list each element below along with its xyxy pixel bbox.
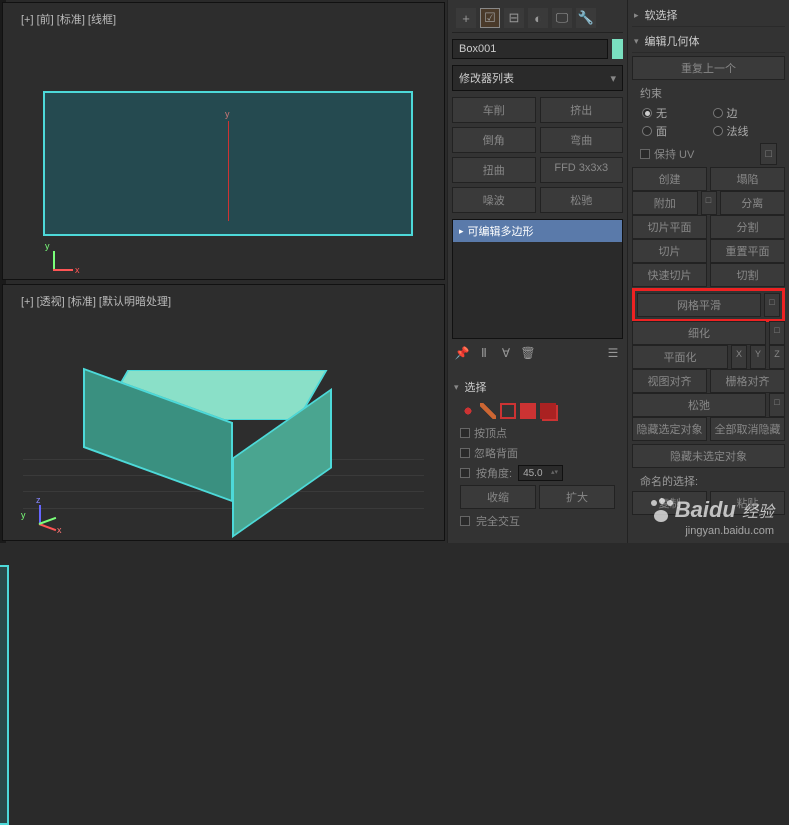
by-vertex-label: 按顶点 (474, 425, 507, 441)
msmooth-highlight: 网格平滑 □ (632, 288, 785, 322)
bevel-button[interactable]: 倒角 (452, 127, 536, 153)
utilities-tab-icon[interactable]: 🔧 (576, 8, 596, 28)
viewport-persp-label[interactable]: [+] [透视] [标准] [默认明暗处理] (21, 293, 171, 309)
planar-y-button[interactable]: Y (750, 345, 766, 369)
remove-modifier-icon[interactable]: 🗑 (520, 345, 536, 361)
active-viewport-indicator[interactable] (0, 565, 9, 825)
planar-x-button[interactable]: X (731, 345, 747, 369)
paste-button[interactable]: 粘贴 (710, 491, 785, 515)
front-geometry[interactable]: y (43, 91, 413, 236)
hide-unselected-button[interactable]: 隐藏未选定对象 (632, 444, 785, 468)
create-tab-icon[interactable]: + (456, 8, 476, 28)
unhide-all-button[interactable]: 全部取消隐藏 (710, 417, 785, 441)
collapse-button[interactable]: 塌陷 (710, 167, 785, 191)
copy-button[interactable]: 复制 (632, 491, 707, 515)
preserve-uv-label: 保持 UV (654, 146, 694, 162)
msmooth-button[interactable]: 网格平滑 (637, 293, 761, 317)
grid-align-button[interactable]: 栅格对齐 (710, 369, 785, 393)
msmooth-settings[interactable]: □ (764, 293, 780, 317)
viewport-area: [+] [前] [标准] [线框] y y x [+] [透视] [标准] [默… (0, 0, 447, 543)
relax-settings[interactable]: □ (769, 393, 785, 417)
ffd-button[interactable]: FFD 3x3x3 (540, 157, 624, 183)
show-end-result-icon[interactable]: Ⅱ (476, 345, 492, 361)
stack-toolbar: 📌 Ⅱ ∀ 🗑 ☰ (452, 339, 623, 367)
relax-geom-button[interactable]: 松弛 (632, 393, 766, 417)
selection-header[interactable]: 选择 (452, 375, 623, 399)
by-angle-label: 按角度: (476, 465, 512, 481)
tessellate-settings[interactable]: □ (769, 321, 785, 345)
edit-geometry-header[interactable]: 编辑几何体 (632, 30, 785, 53)
slice-plane-button[interactable]: 切片平面 (632, 215, 707, 239)
border-mode-icon[interactable] (500, 403, 516, 419)
object-name-input[interactable] (452, 39, 608, 59)
quickslice-button[interactable]: 快速切片 (632, 263, 707, 287)
object-color-swatch[interactable] (612, 39, 623, 59)
ignore-backface-label: 忽略背面 (474, 445, 518, 461)
by-vertex-checkbox[interactable] (460, 428, 470, 438)
viewport-perspective[interactable]: [+] [透视] [标准] [默认明暗处理] z x y (2, 284, 445, 541)
make-planar-button[interactable]: 平面化 (632, 345, 728, 369)
planar-z-button[interactable]: Z (769, 345, 785, 369)
attach-settings[interactable]: □ (701, 191, 717, 215)
noise-button[interactable]: 噪波 (452, 187, 536, 213)
subobject-icons (452, 399, 623, 423)
modifier-list-dropdown[interactable]: 修改器列表 (452, 65, 623, 91)
edge-mode-icon[interactable] (480, 403, 496, 419)
grow-button[interactable]: 扩大 (539, 485, 615, 509)
cut-button[interactable]: 切割 (710, 263, 785, 287)
stack-editable-poly[interactable]: 可编辑多边形 (453, 220, 622, 242)
configure-sets-icon[interactable]: ☰ (605, 345, 621, 361)
motion-tab-icon[interactable]: ◐ (528, 8, 548, 28)
modifier-button-set: 车削 挤出 倒角 弯曲 扭曲 FFD 3x3x3 噪波 松驰 (452, 97, 623, 213)
modifier-stack[interactable]: 可编辑多边形 (452, 219, 623, 339)
lathe-button[interactable]: 车削 (452, 97, 536, 123)
create-button[interactable]: 创建 (632, 167, 707, 191)
preserve-uv-settings[interactable]: □ (760, 143, 777, 165)
constraint-normal-radio[interactable] (713, 126, 723, 136)
modify-tab-icon[interactable]: ☑ (480, 8, 500, 28)
repeat-last-button[interactable]: 重复上一个 (632, 56, 785, 80)
view-align-button[interactable]: 视图对齐 (632, 369, 707, 393)
by-angle-checkbox[interactable] (460, 468, 470, 478)
angle-spinner[interactable]: 45.0 (518, 465, 563, 481)
constraints-label: 约束 (632, 83, 785, 103)
hierarchy-tab-icon[interactable]: ⊟ (504, 8, 524, 28)
vertex-mode-icon[interactable] (460, 403, 476, 419)
tessellate-button[interactable]: 细化 (632, 321, 766, 345)
viewport-front[interactable]: [+] [前] [标准] [线框] y y x (2, 2, 445, 280)
full-interactive-checkbox[interactable] (460, 516, 470, 526)
twist-button[interactable]: 扭曲 (452, 157, 536, 183)
detach-button[interactable]: 分离 (720, 191, 786, 215)
perspective-geometry[interactable] (83, 325, 373, 525)
attach-button[interactable]: 附加 (632, 191, 698, 215)
element-mode-icon[interactable] (540, 403, 556, 419)
display-tab-icon[interactable]: 🖵 (552, 8, 572, 28)
preserve-uv-checkbox[interactable] (640, 149, 650, 159)
right-panel: 软选择 编辑几何体 重复上一个 约束 无 边 面 法线 保持 UV □ 创建 塌… (627, 0, 789, 543)
modify-panel: + ☑ ⊟ ◐ 🖵 🔧 修改器列表 车削 挤出 倒角 弯曲 扭曲 FFD 3x3… (447, 0, 627, 543)
ignore-backface-checkbox[interactable] (460, 448, 470, 458)
constraint-edge-radio[interactable] (713, 108, 723, 118)
selection-rollout: 选择 按顶点 忽略背面 按角度: 45.0 (452, 375, 623, 531)
reset-plane-button[interactable]: 重置平面 (710, 239, 785, 263)
command-panel-tabs: + ☑ ⊟ ◐ 🖵 🔧 (452, 4, 623, 33)
named-sel-label: 命名的选择: (632, 471, 785, 491)
slice-button[interactable]: 切片 (632, 239, 707, 263)
constraint-none-radio[interactable] (642, 108, 652, 118)
full-interactive-label: 完全交互 (476, 513, 520, 529)
polygon-mode-icon[interactable] (520, 403, 536, 419)
constraint-face-radio[interactable] (642, 126, 652, 136)
soft-selection-header[interactable]: 软选择 (632, 4, 785, 27)
extrude-button[interactable]: 挤出 (540, 97, 624, 123)
make-unique-icon[interactable]: ∀ (498, 345, 514, 361)
split-button[interactable]: 分割 (710, 215, 785, 239)
viewport-front-label[interactable]: [+] [前] [标准] [线框] (21, 11, 116, 27)
relax-button[interactable]: 松驰 (540, 187, 624, 213)
hide-selected-button[interactable]: 隐藏选定对象 (632, 417, 707, 441)
shrink-button[interactable]: 收缩 (460, 485, 536, 509)
bend-button[interactable]: 弯曲 (540, 127, 624, 153)
pin-stack-icon[interactable]: 📌 (454, 345, 470, 361)
